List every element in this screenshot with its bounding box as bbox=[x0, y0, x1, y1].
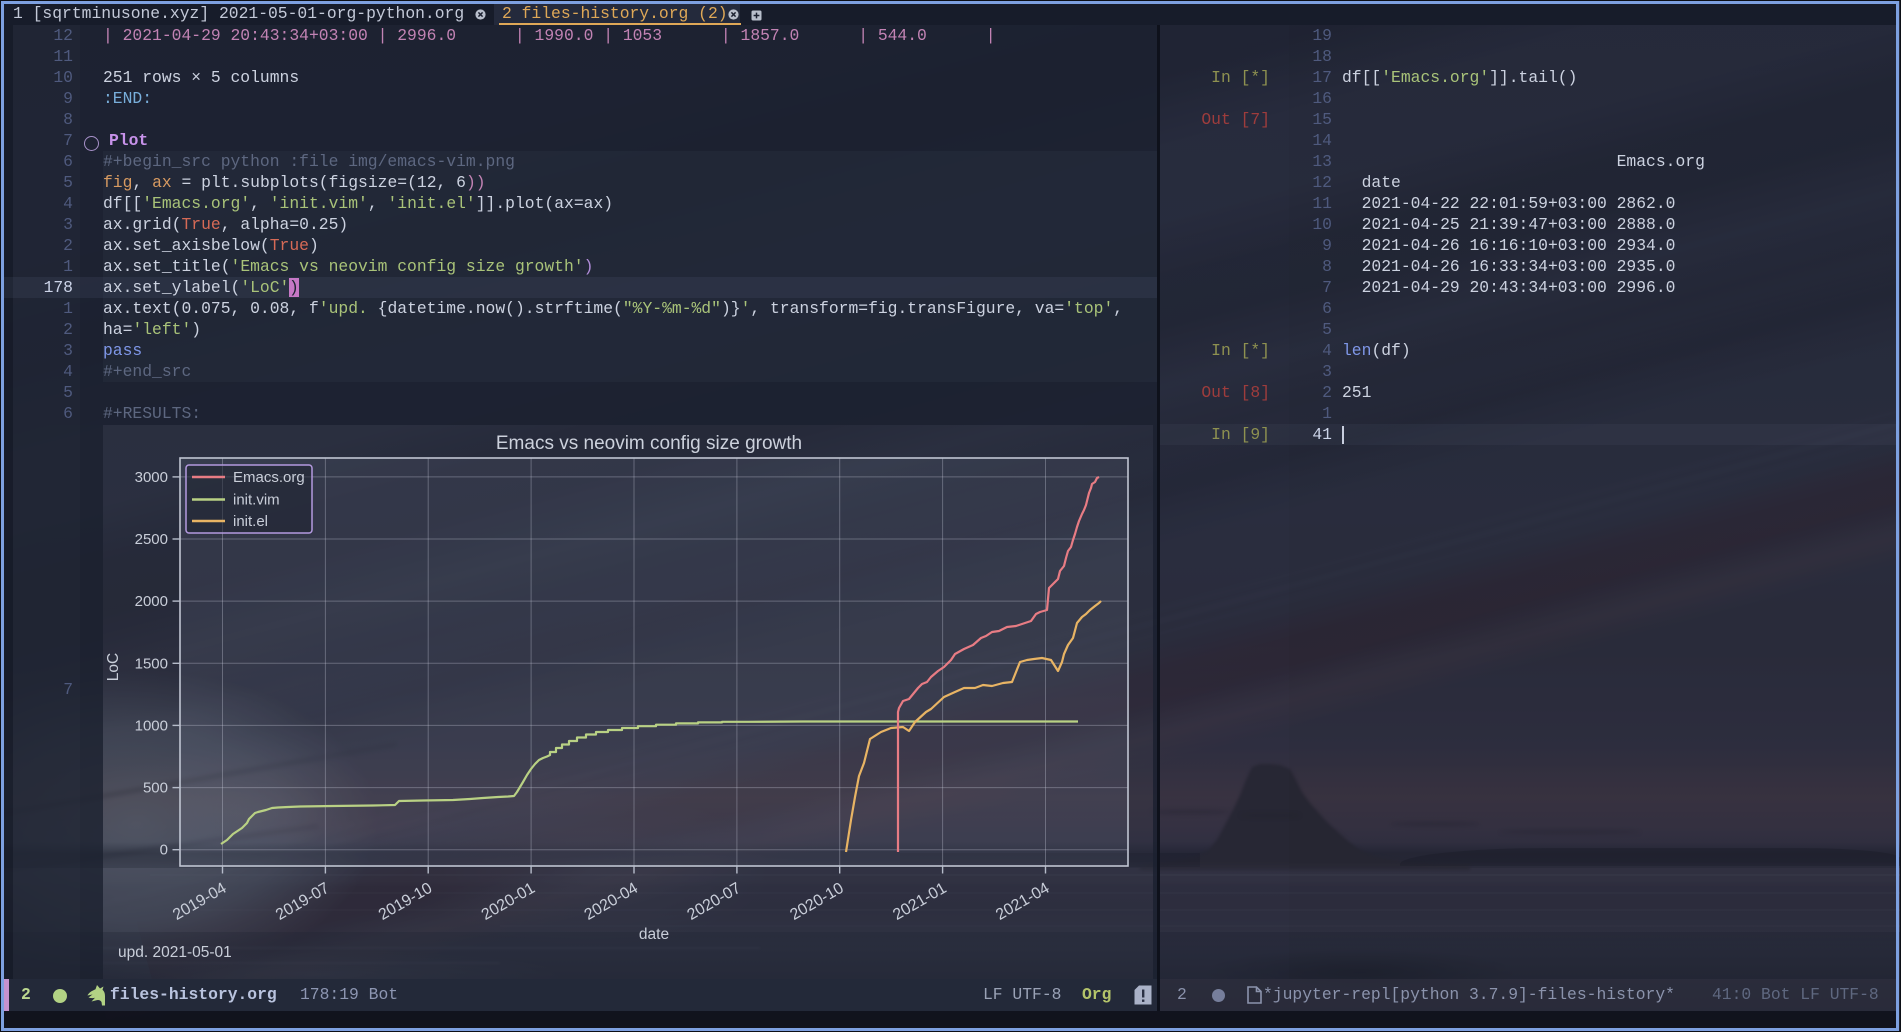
svg-text:2000: 2000 bbox=[135, 593, 168, 610]
svg-text:2019-10: 2019-10 bbox=[376, 880, 435, 924]
svg-text:1000: 1000 bbox=[135, 717, 168, 734]
svg-text:2020-04: 2020-04 bbox=[582, 880, 641, 924]
svg-text:Emacs.org: Emacs.org bbox=[233, 469, 305, 486]
svg-text:2021-04: 2021-04 bbox=[993, 880, 1052, 924]
svg-text:2020-07: 2020-07 bbox=[685, 880, 744, 924]
svg-text:0: 0 bbox=[160, 842, 168, 859]
svg-text:date: date bbox=[639, 926, 669, 943]
svg-text:3000: 3000 bbox=[135, 469, 168, 486]
svg-text:Emacs vs neovim config size gr: Emacs vs neovim config size growth bbox=[496, 433, 802, 454]
svg-text:500: 500 bbox=[143, 780, 168, 797]
svg-text:1500: 1500 bbox=[135, 655, 168, 672]
svg-text:init.el: init.el bbox=[233, 513, 268, 530]
svg-text:2021-01: 2021-01 bbox=[890, 880, 949, 924]
svg-text:2500: 2500 bbox=[135, 531, 168, 548]
svg-text:2020-10: 2020-10 bbox=[787, 880, 846, 924]
svg-text:init.vim: init.vim bbox=[233, 492, 280, 509]
svg-text:2019-04: 2019-04 bbox=[170, 880, 229, 924]
svg-text:2019-07: 2019-07 bbox=[273, 880, 332, 924]
svg-text:2020-01: 2020-01 bbox=[479, 880, 538, 924]
svg-text:upd. 2021-05-01: upd. 2021-05-01 bbox=[118, 944, 232, 961]
svg-text:LoC: LoC bbox=[105, 653, 122, 681]
